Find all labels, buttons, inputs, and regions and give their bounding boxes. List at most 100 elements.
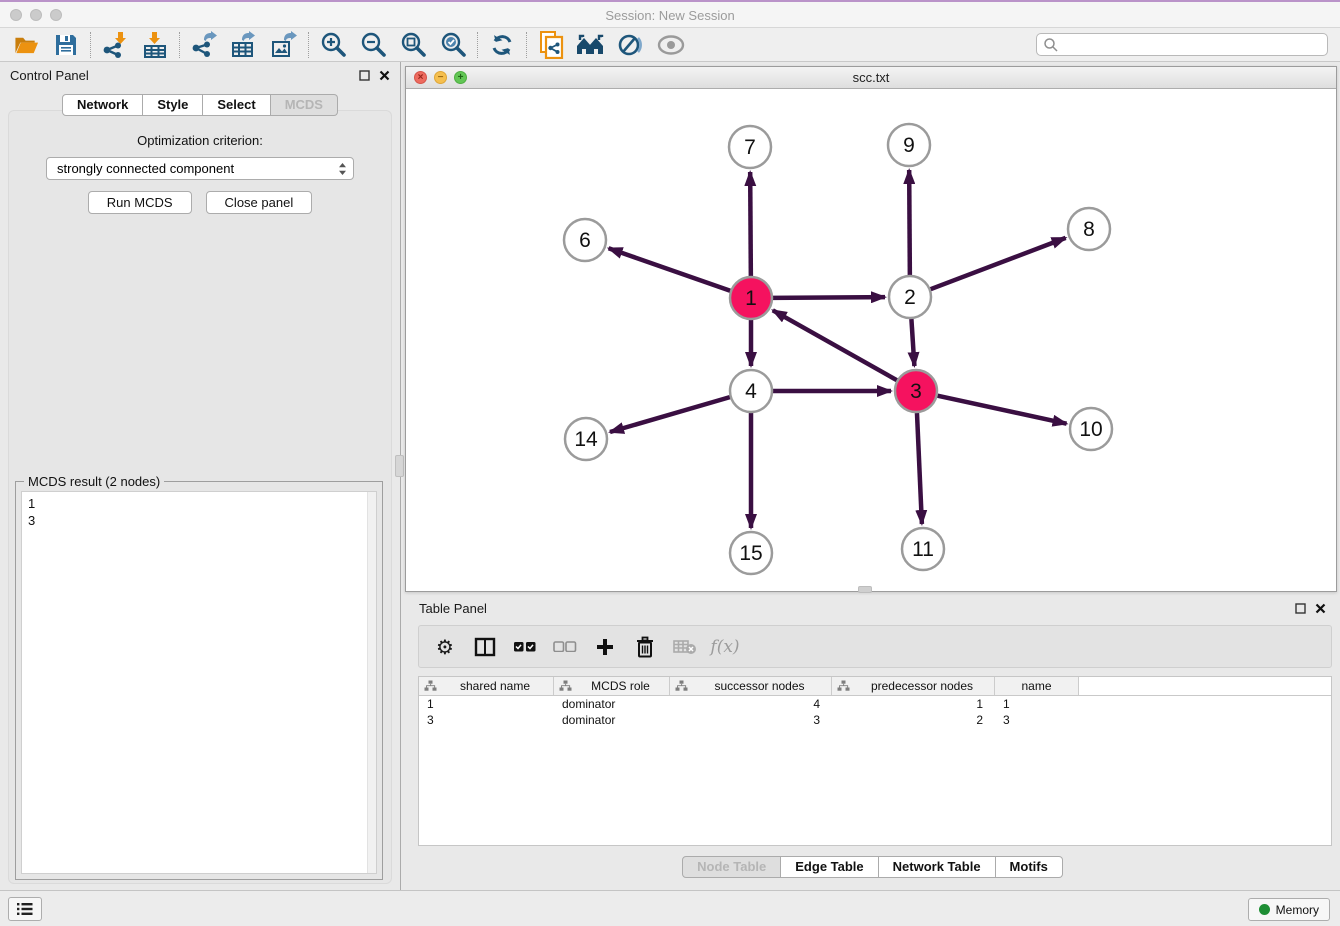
tab-network[interactable]: Network (62, 94, 143, 116)
show-all-icon[interactable] (651, 30, 691, 60)
node-table[interactable]: shared nameMCDS rolesuccessor nodesprede… (418, 676, 1332, 846)
table-tabs: Node TableEdge TableNetwork TableMotifs (405, 856, 1340, 878)
table-tab-motifs[interactable]: Motifs (996, 856, 1063, 878)
close-panel-icon[interactable] (379, 70, 390, 81)
open-session-icon[interactable] (6, 30, 46, 60)
control-panel-title: Control Panel (10, 68, 359, 83)
run-mcds-button[interactable]: Run MCDS (88, 191, 192, 214)
control-panel-tabs: NetworkStyleSelectMCDS (0, 94, 400, 116)
float-table-panel-icon[interactable] (1295, 603, 1306, 614)
edge-1-7[interactable] (750, 172, 751, 276)
network-canvas[interactable]: 7968124314101511 (406, 89, 1336, 591)
node-label-2: 2 (904, 286, 916, 309)
table-cell[interactable]: 3 (995, 712, 1079, 728)
table-cell[interactable]: 1 (832, 696, 995, 712)
mcds-result-textarea[interactable]: 13 (21, 491, 377, 874)
table-cell[interactable]: dominator (554, 696, 670, 712)
app-titlebar: Session: New Session (0, 0, 1340, 28)
save-session-icon[interactable] (46, 30, 86, 60)
float-panel-icon[interactable] (359, 70, 370, 81)
table-tab-edge-table[interactable]: Edge Table (781, 856, 878, 878)
edge-1-6[interactable] (609, 248, 731, 290)
zoom-out-icon[interactable] (353, 30, 393, 60)
column-header-successor-nodes[interactable]: successor nodes (670, 677, 832, 695)
column-header-shared-name[interactable]: shared name (419, 677, 554, 695)
delete-table-icon[interactable] (667, 629, 703, 665)
task-history-button[interactable] (8, 897, 42, 921)
table-row[interactable]: 3dominator323 (419, 712, 1331, 728)
node-label-4: 4 (745, 380, 757, 403)
table-row[interactable]: 1dominator411 (419, 696, 1331, 712)
table-cell[interactable]: 3 (670, 712, 832, 728)
export-table-icon[interactable] (224, 30, 264, 60)
node-label-9: 9 (903, 134, 915, 157)
import-table-icon[interactable] (135, 30, 175, 60)
edge-2-8[interactable] (931, 238, 1066, 289)
first-neighbors-icon[interactable] (571, 30, 611, 60)
mcds-panel: Optimization criterion: strongly connect… (8, 110, 392, 884)
duplicate-network-icon[interactable] (531, 30, 571, 60)
status-bar: Memory (0, 890, 1340, 926)
mcds-result-line: 1 (28, 495, 370, 512)
zoom-in-icon[interactable] (313, 30, 353, 60)
search-box[interactable] (1036, 33, 1328, 56)
table-cell[interactable]: 1 (995, 696, 1079, 712)
table-tab-network-table[interactable]: Network Table (879, 856, 996, 878)
main-toolbar (0, 28, 1340, 62)
table-cell[interactable]: 4 (670, 696, 832, 712)
table-panel: Table Panel ⚙ (405, 595, 1340, 888)
edge-2-3[interactable] (911, 319, 914, 366)
export-image-icon[interactable] (264, 30, 304, 60)
table-toolbar: ⚙ (418, 625, 1332, 668)
table-cell[interactable]: 1 (419, 696, 554, 712)
optimization-criterion-label: Optimization criterion: (9, 133, 391, 148)
function-builder-icon[interactable]: f(x) (707, 629, 743, 665)
node-label-8: 8 (1083, 218, 1095, 241)
optimization-criterion-select[interactable]: strongly connected component (46, 157, 354, 180)
memory-button[interactable]: Memory (1248, 898, 1330, 921)
edge-3-1[interactable] (773, 310, 897, 380)
toolbar-separator (179, 32, 180, 58)
toggle-panel-icon[interactable] (467, 629, 503, 665)
deselect-all-columns-icon[interactable] (547, 629, 583, 665)
column-settings-icon[interactable]: ⚙ (427, 629, 463, 665)
horizontal-splitter-handle[interactable] (858, 586, 872, 593)
close-table-panel-icon[interactable] (1315, 603, 1326, 614)
table-cell[interactable]: dominator (554, 712, 670, 728)
edge-2-9[interactable] (909, 170, 910, 275)
add-column-icon[interactable] (587, 629, 623, 665)
network-view-window: × − + scc.txt 7968124314101511 (405, 66, 1337, 592)
hide-selected-icon[interactable] (611, 30, 651, 60)
edge-3-10[interactable] (937, 396, 1066, 424)
table-header-row: shared nameMCDS rolesuccessor nodesprede… (419, 677, 1331, 696)
edge-3-11[interactable] (917, 413, 922, 524)
column-header-name[interactable]: name (995, 677, 1079, 695)
network-window-titlebar[interactable]: × − + scc.txt (406, 67, 1336, 89)
import-network-icon[interactable] (95, 30, 135, 60)
edge-4-14[interactable] (610, 397, 730, 432)
mcds-result-title: MCDS result (2 nodes) (24, 474, 164, 489)
vertical-splitter-handle[interactable] (395, 455, 404, 477)
table-cell[interactable]: 2 (832, 712, 995, 728)
select-all-columns-icon[interactable] (507, 629, 543, 665)
search-input[interactable] (1059, 38, 1327, 52)
delete-column-icon[interactable] (627, 629, 663, 665)
node-label-14: 14 (574, 428, 598, 451)
zoom-selected-icon[interactable] (433, 30, 473, 60)
zoom-fit-icon[interactable] (393, 30, 433, 60)
table-cell[interactable]: 3 (419, 712, 554, 728)
tab-mcds[interactable]: MCDS (271, 94, 338, 116)
tab-style[interactable]: Style (143, 94, 203, 116)
refresh-icon[interactable] (482, 30, 522, 60)
result-scrollbar[interactable] (367, 492, 376, 873)
table-tab-node-table[interactable]: Node Table (682, 856, 781, 878)
tab-select[interactable]: Select (203, 94, 270, 116)
table-panel-title: Table Panel (419, 601, 1295, 616)
close-panel-button[interactable]: Close panel (206, 191, 313, 214)
select-spinner-icon (338, 162, 347, 176)
mcds-result-line: 3 (28, 512, 370, 529)
export-network-icon[interactable] (184, 30, 224, 60)
column-header-MCDS-role[interactable]: MCDS role (554, 677, 670, 695)
column-header-predecessor-nodes[interactable]: predecessor nodes (832, 677, 995, 695)
edge-1-2[interactable] (773, 297, 885, 298)
